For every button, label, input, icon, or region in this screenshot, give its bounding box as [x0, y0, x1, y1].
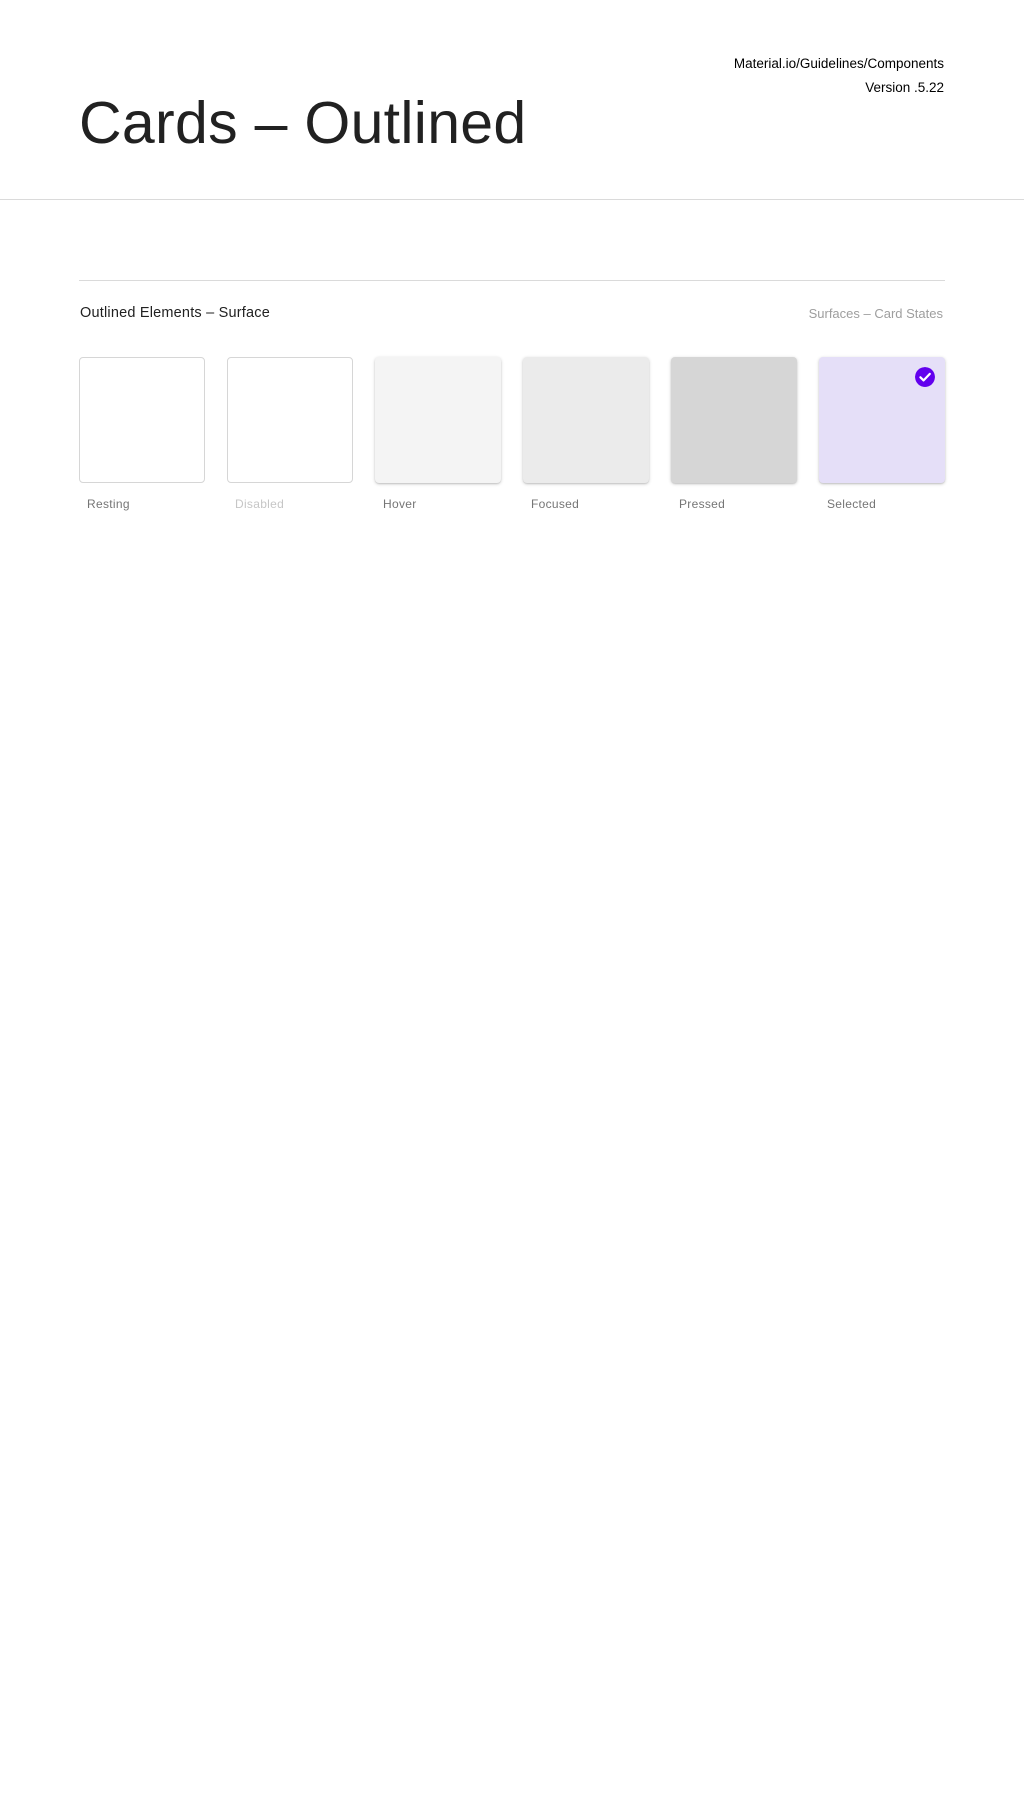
card-hover[interactable]: [375, 357, 501, 483]
header-meta: Material.io/Guidelines/Components Versio…: [734, 52, 944, 100]
state-label-disabled: Disabled: [235, 497, 285, 511]
state-focused: Focused: [523, 357, 649, 511]
source-link[interactable]: Material.io/Guidelines/Components: [734, 52, 944, 76]
version-label: Version .5.22: [865, 80, 944, 95]
card-selected[interactable]: [819, 357, 945, 483]
card-states-row: Resting Disabled Hover Focused Pressed S…: [79, 357, 945, 517]
check-circle-icon: [915, 367, 935, 387]
state-label-selected: Selected: [827, 497, 877, 511]
card-resting[interactable]: [79, 357, 205, 483]
state-selected: Selected: [819, 357, 945, 511]
state-hover: Hover: [375, 357, 501, 511]
card-disabled: [227, 357, 353, 483]
state-label-resting: Resting: [87, 497, 130, 511]
state-pressed: Pressed: [671, 357, 797, 511]
page-header: Cards – Outlined Material.io/Guidelines/…: [0, 0, 1024, 200]
card-focused[interactable]: [523, 357, 649, 483]
state-label-pressed: Pressed: [679, 497, 726, 511]
page-title: Cards – Outlined: [79, 90, 527, 156]
state-label-focused: Focused: [531, 497, 580, 511]
card-pressed[interactable]: [671, 357, 797, 483]
section-title: Outlined Elements – Surface: [80, 305, 270, 321]
state-label-hover: Hover: [383, 497, 417, 511]
section-divider: [79, 280, 945, 281]
state-resting: Resting: [79, 357, 205, 511]
state-disabled: Disabled: [227, 357, 353, 511]
section-subtitle: Surfaces – Card States: [808, 306, 943, 321]
